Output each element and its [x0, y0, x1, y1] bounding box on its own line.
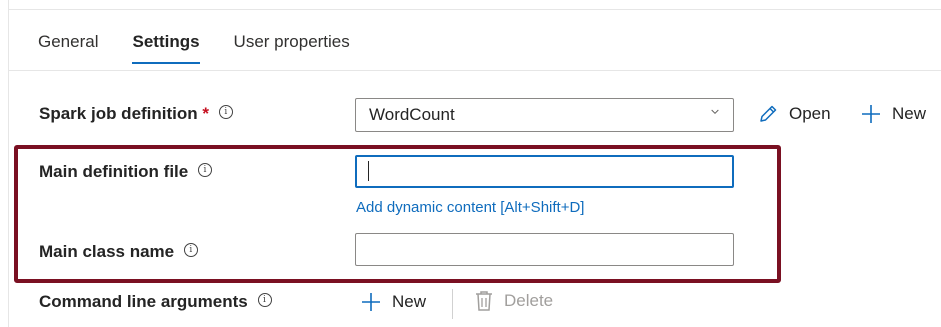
add-argument-button[interactable]: New [360, 291, 426, 313]
main-definition-file-input[interactable] [355, 155, 734, 188]
new-spark-job-button-label: New [892, 104, 927, 123]
tab-general[interactable]: General [38, 32, 98, 64]
tab-settings[interactable]: Settings [132, 32, 200, 64]
add-argument-button-label: New [392, 292, 427, 311]
main-class-name-input[interactable] [355, 233, 734, 266]
spark-job-definition-select[interactable]: WordCount [355, 98, 734, 132]
chevron-down-icon [711, 109, 719, 114]
delete-argument-button[interactable]: Delete [474, 290, 553, 312]
plus-icon [862, 105, 880, 123]
add-dynamic-content-link[interactable]: Add dynamic content [Alt+Shift+D] [356, 199, 584, 216]
settings-panel: General Settings User properties Spark j… [0, 0, 941, 327]
command-line-arguments-label: Command line arguments i [39, 292, 272, 312]
main-class-name-label: Main class name i [39, 242, 198, 262]
panel-top-border [8, 0, 941, 10]
tab-bar: General Settings User properties [38, 32, 384, 64]
spark-job-definition-value: WordCount [369, 105, 455, 124]
toolbar-separator [452, 289, 453, 319]
info-icon[interactable]: i [257, 293, 272, 307]
pencil-icon [760, 105, 777, 122]
open-button-label: Open [789, 104, 831, 123]
open-button[interactable]: Open [757, 103, 831, 125]
spark-job-definition-label: Spark job definition * i [39, 104, 233, 124]
trash-icon [476, 291, 492, 311]
main-definition-file-label: Main definition file i [39, 162, 212, 182]
text-caret [368, 161, 369, 181]
plus-icon [362, 293, 380, 311]
info-icon[interactable]: i [218, 105, 233, 119]
panel-left-border [8, 0, 9, 327]
main-class-name-label-text: Main class name [39, 242, 175, 261]
command-line-arguments-label-text: Command line arguments [39, 292, 248, 311]
info-icon[interactable]: i [197, 163, 212, 177]
spark-job-definition-label-text: Spark job definition [39, 104, 198, 123]
tabs-divider [8, 70, 941, 71]
new-spark-job-button[interactable]: New [860, 103, 926, 125]
delete-argument-button-label: Delete [504, 291, 554, 310]
info-icon[interactable]: i [183, 243, 198, 257]
tab-user-properties[interactable]: User properties [234, 32, 350, 64]
required-mark: * [202, 104, 210, 123]
main-definition-file-label-text: Main definition file [39, 162, 189, 181]
